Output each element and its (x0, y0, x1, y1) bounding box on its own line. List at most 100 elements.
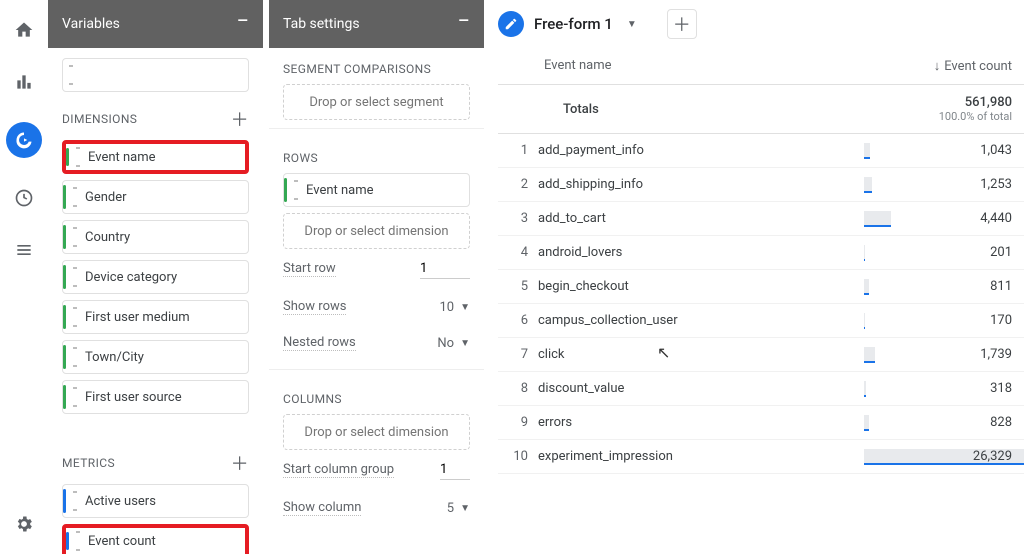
row-event-name: begin_checkout (538, 279, 864, 294)
table-row-header: Event name (538, 48, 864, 84)
start-row-input[interactable] (420, 259, 470, 279)
row-event-name: add_payment_info (538, 143, 864, 158)
start-column-group-input[interactable] (440, 460, 470, 480)
row-index: 3 (498, 211, 538, 226)
segment-drop-zone[interactable]: Drop or select segment (283, 84, 470, 120)
dimension-event-name[interactable]: Event name (62, 140, 249, 174)
row-index: 1 (498, 143, 538, 158)
tab-settings-panel: Tab settings − SEGMENT COMPARISONS Drop … (269, 0, 484, 554)
add-tab-button[interactable]: ＋ (667, 9, 697, 39)
edit-tab-icon[interactable] (498, 11, 524, 37)
table-row[interactable]: 5begin_checkout811 (498, 270, 1024, 304)
row-event-name: add_to_cart (538, 211, 864, 226)
dimension-first-user-medium[interactable]: First user medium (62, 300, 249, 334)
dimension-gender[interactable]: Gender (62, 180, 249, 214)
rows-title: ROWS (283, 151, 318, 165)
down-arrow-icon: ↓ (934, 58, 941, 74)
nested-rows-select[interactable]: No▼ (396, 336, 470, 351)
dimension-first-user-source[interactable]: First user source (62, 380, 249, 414)
row-index: 9 (498, 415, 538, 430)
row-value-cell: 1,043 (864, 143, 1024, 158)
totals-sub: 100.0% of total (939, 110, 1012, 123)
table-row[interactable]: 9errors828 (498, 406, 1024, 440)
show-rows-label: Show rows (283, 299, 346, 315)
dimension-device-category[interactable]: Device category (62, 260, 249, 294)
row-index: 8 (498, 381, 538, 396)
row-index: 2 (498, 177, 538, 192)
nav-rail (0, 0, 48, 554)
table-row[interactable]: 4android_lovers201 (498, 236, 1024, 270)
table-row[interactable]: 10experiment_impression26,329 (498, 440, 1024, 474)
row-event-name: click (538, 347, 864, 362)
row-event-name: experiment_impression (538, 449, 864, 464)
variables-header: Variables − (48, 0, 263, 48)
row-index: 10 (498, 449, 538, 464)
row-index: 7 (498, 347, 538, 362)
dimensions-list: Event name Gender Country Device categor… (48, 140, 263, 414)
table-row[interactable]: 3add_to_cart4,440 (498, 202, 1024, 236)
table-metric-header[interactable]: ↓ Event count (864, 48, 1024, 84)
row-value-cell: 26,329 (864, 449, 1024, 464)
nested-rows-label: Nested rows (283, 335, 356, 351)
row-index: 6 (498, 313, 538, 328)
row-value-cell: 811 (864, 279, 1024, 294)
list-icon[interactable] (12, 238, 36, 262)
tab-bar: Free-form 1 ▼ ＋ (498, 0, 1024, 48)
table-row[interactable]: 8discount_value318 (498, 372, 1024, 406)
dimensions-title: DIMENSIONS (62, 112, 137, 126)
home-icon[interactable] (12, 18, 36, 42)
row-value-cell: 170 (864, 313, 1024, 328)
show-columns-label: Show column (283, 500, 361, 516)
dimension-country[interactable]: Country (62, 220, 249, 254)
row-event-name: add_shipping_info (538, 177, 864, 192)
table-row[interactable]: 6campus_collection_user170 (498, 304, 1024, 338)
start-column-group-label: Start column group (283, 462, 394, 478)
table-row[interactable]: 7click1,739 (498, 338, 1024, 372)
tab-menu-caret[interactable]: ▼ (627, 19, 637, 30)
row-value-cell: 4,440 (864, 211, 1024, 226)
collapse-variables-button[interactable]: − (236, 22, 249, 26)
start-row-label: Start row (283, 261, 336, 277)
dimension-placeholder-pill[interactable] (62, 58, 249, 92)
collapse-tab-settings-button[interactable]: − (457, 22, 470, 26)
rows-drop-zone[interactable]: Drop or select dimension (283, 213, 470, 249)
rows-selected-event-name[interactable]: Event name (283, 173, 470, 207)
row-value-cell: 201 (864, 245, 1024, 260)
variables-title: Variables (62, 16, 120, 32)
totals-label: Totals (538, 88, 864, 131)
segment-comparisons-title: SEGMENT COMPARISONS (283, 62, 431, 76)
columns-drop-zone[interactable]: Drop or select dimension (283, 414, 470, 450)
row-event-name: android_lovers (538, 245, 864, 260)
row-event-name: errors (538, 415, 864, 430)
row-event-name: campus_collection_user (538, 313, 864, 328)
explore-icon[interactable] (6, 122, 42, 158)
target-icon[interactable] (12, 186, 36, 210)
metric-event-count[interactable]: Event count (62, 524, 249, 554)
row-value-cell: 318 (864, 381, 1024, 396)
row-index: 4 (498, 245, 538, 260)
row-event-name: discount_value (538, 381, 864, 396)
row-value-cell: 1,739 (864, 347, 1024, 362)
table-row[interactable]: 1add_payment_info1,043 (498, 134, 1024, 168)
settings-icon[interactable] (12, 512, 36, 536)
dimension-town-city[interactable]: Town/City (62, 340, 249, 374)
tab-settings-header: Tab settings − (269, 0, 484, 48)
bar-chart-icon[interactable] (12, 70, 36, 94)
show-columns-select[interactable]: 5▼ (396, 501, 470, 516)
tab-name-label[interactable]: Free-form 1 (534, 15, 613, 33)
chevron-down-icon: ▼ (460, 338, 470, 349)
row-index: 5 (498, 279, 538, 294)
report-area: Free-form 1 ▼ ＋ Event name ↓ Event count… (490, 0, 1024, 554)
table-row[interactable]: 2add_shipping_info1,253 (498, 168, 1024, 202)
row-value-cell: 828 (864, 415, 1024, 430)
show-rows-select[interactable]: 10▼ (396, 300, 470, 315)
tab-settings-title: Tab settings (283, 16, 360, 32)
chevron-down-icon: ▼ (460, 302, 470, 313)
columns-title: COLUMNS (283, 392, 342, 406)
metric-active-users[interactable]: Active users (62, 484, 249, 518)
totals-value: 561,980 (965, 95, 1012, 110)
add-dimension-button[interactable]: ＋ (231, 106, 249, 132)
metrics-title: METRICS (62, 456, 115, 470)
variables-panel: Variables − DIMENSIONS ＋ Event name Gend… (48, 0, 263, 554)
add-metric-button[interactable]: ＋ (231, 450, 249, 476)
